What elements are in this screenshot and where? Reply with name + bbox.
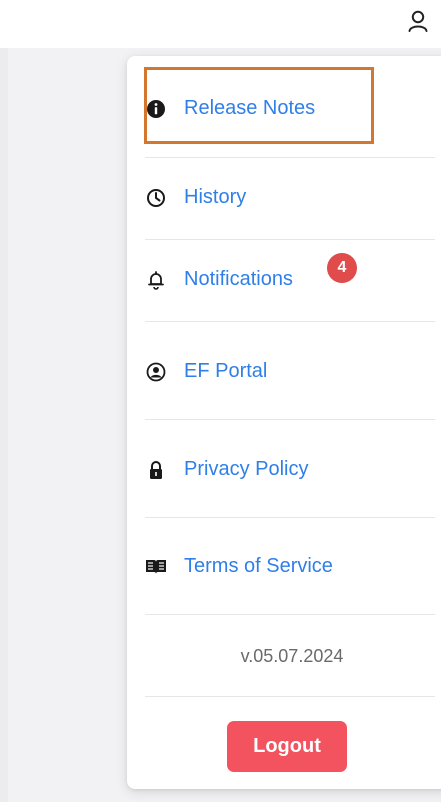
menu-item-label: Notifications: [184, 268, 293, 290]
logout-button[interactable]: Logout: [227, 721, 347, 772]
user-icon[interactable]: [403, 6, 433, 36]
menu-item-history[interactable]: History: [145, 186, 435, 209]
menu-item-ef-portal[interactable]: EF Portal: [145, 360, 435, 383]
lock-icon: [145, 459, 167, 481]
notification-count-badge: 4: [327, 253, 357, 283]
user-glyph-icon: [408, 10, 428, 32]
bell-icon: [145, 269, 167, 291]
user-dropdown-menu: Release Notes History Notifications 4 EF…: [127, 56, 441, 789]
notifications-label-wrap: Notifications: [184, 268, 293, 291]
divider: [145, 517, 435, 518]
divider: [145, 419, 435, 420]
divider: [145, 321, 435, 322]
page: Release Notes History Notifications 4 EF…: [0, 0, 441, 802]
divider: [145, 239, 435, 240]
menu-item-label: Terms of Service: [184, 555, 333, 577]
version-text: v.05.07.2024: [240, 646, 344, 666]
user-circle-icon: [145, 361, 167, 383]
book-icon: [145, 556, 167, 578]
menu-item-label: EF Portal: [184, 360, 268, 382]
divider: [145, 614, 435, 615]
menu-item-privacy-policy[interactable]: Privacy Policy: [145, 458, 435, 481]
menu-item-label: Privacy Policy: [184, 458, 309, 480]
divider: [145, 696, 435, 697]
divider: [145, 157, 435, 158]
menu-item-release-notes[interactable]: Release Notes: [145, 97, 435, 120]
clock-icon: [145, 187, 167, 209]
menu-item-label: History: [184, 186, 247, 208]
left-rail: [0, 48, 8, 802]
menu-item-terms-of-service[interactable]: Terms of Service: [145, 555, 435, 578]
menu-item-notifications[interactable]: Notifications 4: [145, 253, 435, 291]
info-circle-icon: [145, 98, 167, 120]
top-bar: [0, 0, 441, 48]
menu-item-label: Release Notes: [184, 97, 316, 119]
